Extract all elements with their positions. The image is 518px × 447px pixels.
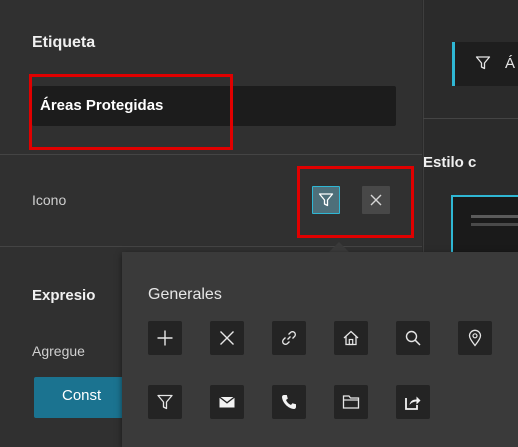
icon-option-link[interactable]	[272, 321, 306, 355]
preview-field-text: Á	[505, 55, 516, 72]
icon-option-plus[interactable]	[148, 321, 182, 355]
icon-option-location[interactable]	[458, 321, 492, 355]
filter-icon	[475, 56, 491, 70]
search-icon	[405, 330, 421, 346]
plus-icon	[157, 330, 173, 346]
filter-icon	[157, 394, 173, 410]
build-expression-button[interactable]: Const	[34, 377, 134, 418]
home-icon	[343, 330, 359, 346]
envelope-icon	[219, 396, 235, 408]
icon-option-folder[interactable]	[334, 385, 368, 419]
icon-picker-popover: Generales	[122, 252, 518, 447]
preview-field[interactable]: Á	[452, 42, 518, 86]
icon-category-title: Generales	[148, 286, 222, 303]
folder-icon	[342, 395, 360, 409]
highlight-box-label	[29, 74, 233, 150]
divider	[0, 154, 422, 155]
expression-heading: Expresio	[32, 287, 96, 304]
close-icon	[220, 331, 234, 345]
icon-option-close[interactable]	[210, 321, 244, 355]
icon-option-envelope[interactable]	[210, 385, 244, 419]
icon-option-search[interactable]	[396, 321, 430, 355]
divider	[423, 118, 518, 119]
icon-option-phone[interactable]	[272, 385, 306, 419]
link-icon	[282, 331, 296, 345]
label-heading: Etiqueta	[32, 34, 96, 51]
style-preview-line	[471, 223, 518, 226]
expression-hint: Agregue	[32, 343, 85, 359]
highlight-box-icon	[297, 166, 414, 238]
share-icon	[405, 396, 421, 410]
location-pin-icon	[468, 329, 482, 347]
style-preview-line	[471, 215, 518, 218]
style-heading: Estilo c	[423, 154, 477, 171]
build-expression-label: Const	[62, 387, 102, 404]
icon-option-filter[interactable]	[148, 385, 182, 419]
phone-icon	[282, 395, 296, 409]
icon-option-home[interactable]	[334, 321, 368, 355]
divider	[0, 246, 422, 247]
icon-heading: Icono	[32, 192, 67, 208]
style-option[interactable]	[451, 195, 518, 255]
icon-option-share[interactable]	[396, 385, 430, 419]
